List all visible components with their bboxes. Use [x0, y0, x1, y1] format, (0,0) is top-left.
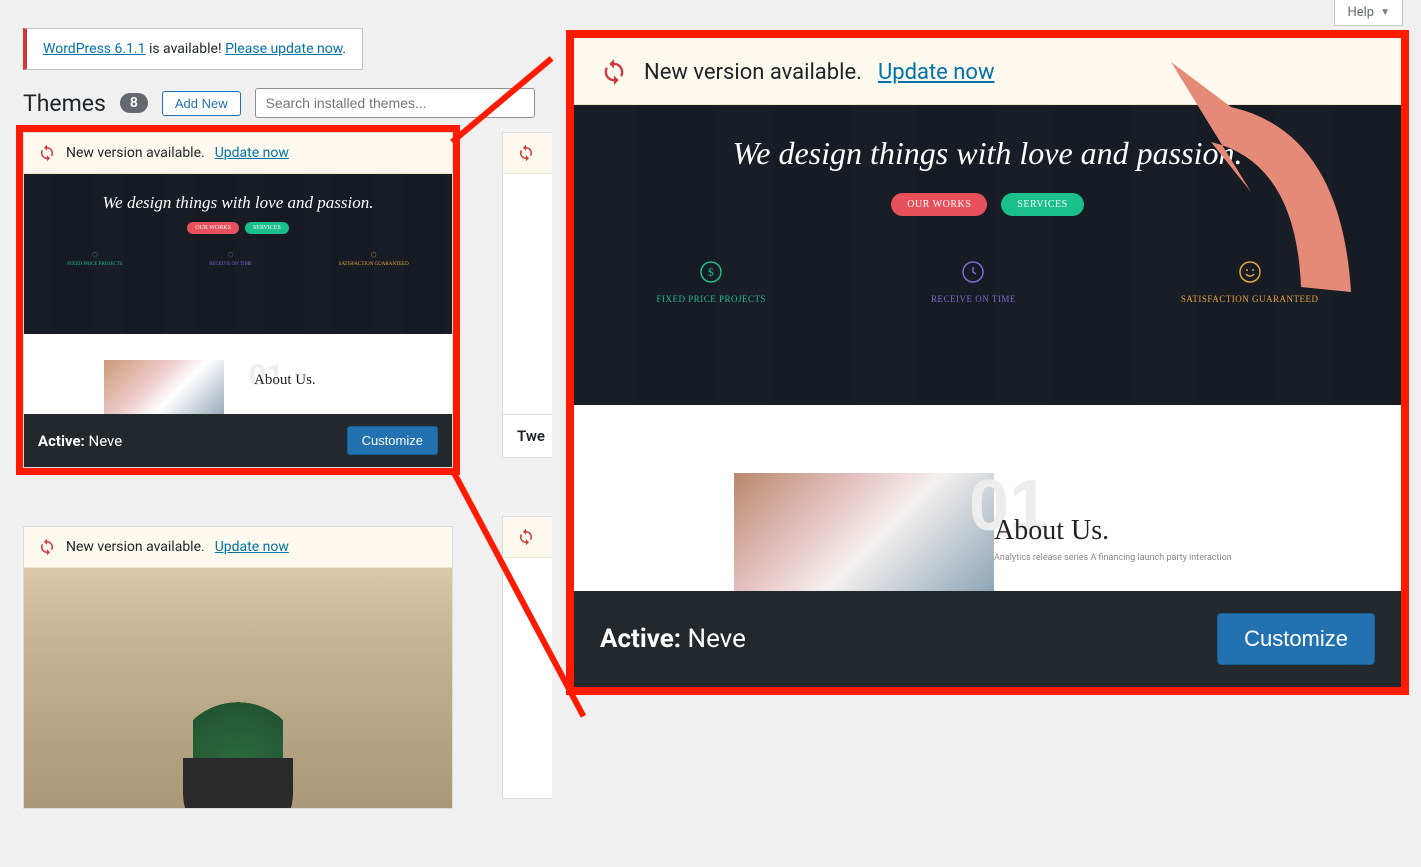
chevron-down-icon: ▼ [1380, 7, 1390, 18]
theme-card-footer-zoom: Active: Neve Customize [574, 591, 1401, 687]
clock-icon [961, 260, 985, 284]
theme-update-link[interactable]: Update now [215, 539, 289, 555]
preview-pill-works: OUR WORKS [187, 222, 239, 234]
theme-card-2[interactable]: New version available. Update now [23, 526, 453, 809]
preview-feat3: SATISFACTION GUARANTEED [339, 262, 409, 267]
theme-card-title: Twe [503, 414, 552, 457]
preview-about-section: 01 About Us. Analytics release series A … [574, 405, 1401, 585]
preview-pill-works: OUR WORKS [891, 193, 987, 216]
preview-hero: We design things with love and passion. … [574, 105, 1401, 405]
update-text: New version available. [644, 60, 862, 85]
preview-feat3: SATISFACTION GUARANTEED [1181, 294, 1319, 304]
dollar-icon: ◯ [92, 252, 98, 258]
preview-about-image [104, 360, 224, 414]
preview-pill-services: SERVICES [1001, 193, 1083, 216]
wp-notice-tail: . [342, 41, 346, 57]
customize-button-zoom[interactable]: Customize [1217, 613, 1375, 665]
help-label: Help [1347, 5, 1374, 20]
wp-update-notice: WordPress 6.1.1 is available! Please upd… [23, 28, 363, 70]
page-title: Themes [23, 90, 106, 117]
refresh-icon [517, 144, 535, 162]
theme-card-4[interactable] [502, 516, 552, 799]
preview-feat1: FIXED PRICE PROJECTS [657, 294, 767, 304]
theme-update-bar-zoom: New version available. Update now [574, 38, 1401, 105]
dollar-icon: $ [699, 260, 723, 284]
smile-icon [1238, 260, 1262, 284]
refresh-icon [38, 144, 56, 162]
wp-update-link[interactable]: Please update now [225, 41, 342, 57]
theme-update-bar: New version available. Update now [24, 527, 452, 568]
refresh-icon [38, 538, 56, 556]
add-new-button[interactable]: Add New [162, 91, 241, 116]
theme-update-link[interactable]: Update now [215, 145, 289, 161]
active-theme-label: Active: Neve [600, 624, 746, 654]
theme-update-bar [503, 133, 552, 174]
theme-card-neve[interactable]: New version available. Update now We des… [23, 132, 453, 468]
theme-card-footer: Active: Neve Customize [24, 414, 452, 467]
help-tab[interactable]: Help ▼ [1334, 0, 1403, 26]
preview-about-title: About Us. [254, 372, 316, 389]
refresh-icon [600, 58, 628, 86]
theme-screenshot: We design things with love and passion. … [24, 174, 452, 414]
clock-icon: ◯ [228, 252, 234, 258]
active-theme-label: Active: Neve [38, 432, 122, 450]
theme-screenshot [503, 174, 552, 414]
preview-feat2: RECEIVE ON TIME [209, 262, 252, 267]
preview-pill-services: SERVICES [245, 222, 289, 234]
preview-about-sub: Analytics release series A financing lau… [994, 553, 1232, 563]
theme-grid: New version available. Update now We des… [23, 132, 563, 867]
wp-notice-text: is available! [145, 41, 225, 57]
theme-update-link-zoom[interactable]: Update now [878, 60, 995, 85]
theme-card-3[interactable]: Twe [502, 132, 552, 458]
preview-feat1: FIXED PRICE PROJECTS [67, 262, 122, 267]
preview-about-image [734, 473, 994, 593]
preview-tagline: We design things with love and passion. [574, 133, 1401, 175]
preview-about-title: About Us. [994, 515, 1109, 547]
search-input[interactable] [255, 88, 535, 118]
annotation-zoom-panel: New version available. Update now We des… [566, 30, 1409, 695]
theme-grid-col2: Twe [502, 132, 552, 857]
theme-screenshot [503, 558, 552, 798]
smile-icon: ◯ [371, 252, 377, 258]
refresh-icon [517, 528, 535, 546]
theme-update-bar [503, 517, 552, 558]
preview-tagline: We design things with love and passion. [103, 193, 374, 212]
theme-count-badge: 8 [120, 93, 148, 113]
preview-feat2: RECEIVE ON TIME [931, 294, 1016, 304]
wp-version-link[interactable]: WordPress 6.1.1 [43, 41, 145, 57]
update-text: New version available. [66, 539, 205, 555]
svg-text:$: $ [708, 265, 715, 279]
customize-button[interactable]: Customize [347, 426, 438, 455]
update-text: New version available. [66, 145, 205, 161]
theme-update-bar: New version available. Update now [24, 133, 452, 174]
theme-screenshot [24, 568, 452, 808]
